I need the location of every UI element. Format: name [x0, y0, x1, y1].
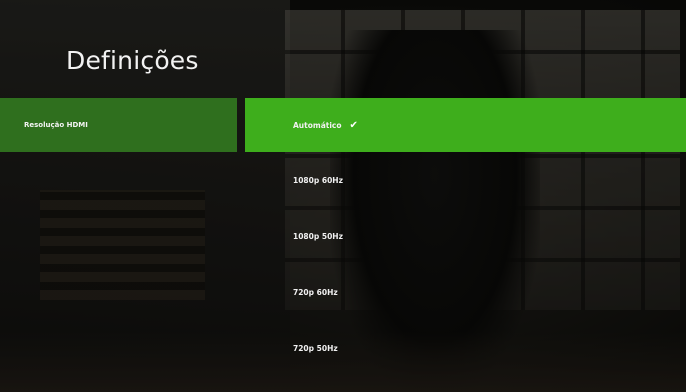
resolution-option-label: Automático: [293, 120, 342, 130]
resolution-option-1080p-60hz[interactable]: 1080p 60Hz: [245, 152, 686, 208]
resolution-option-label: 720p 60Hz: [293, 287, 338, 297]
resolution-option-label: 720p 50Hz: [293, 343, 338, 353]
checkmark-icon: ✔: [349, 119, 358, 131]
page-title: Definições: [66, 46, 199, 75]
settings-category-hdmi-resolution[interactable]: Resolução HDMI: [0, 98, 237, 152]
resolution-option-720p-60hz[interactable]: 720p 60Hz: [245, 264, 686, 320]
resolution-option-automatic[interactable]: Automático ✔: [245, 98, 686, 152]
settings-category-label: Resolução HDMI: [24, 121, 88, 129]
resolution-options-list: Automático ✔ 1080p 60Hz 1080p 50Hz 720p …: [245, 98, 686, 376]
resolution-option-720p-50hz[interactable]: 720p 50Hz: [245, 320, 686, 376]
resolution-option-1080p-50hz[interactable]: 1080p 50Hz: [245, 208, 686, 264]
resolution-option-label: 1080p 50Hz: [293, 231, 343, 241]
resolution-option-label: 1080p 60Hz: [293, 175, 343, 185]
